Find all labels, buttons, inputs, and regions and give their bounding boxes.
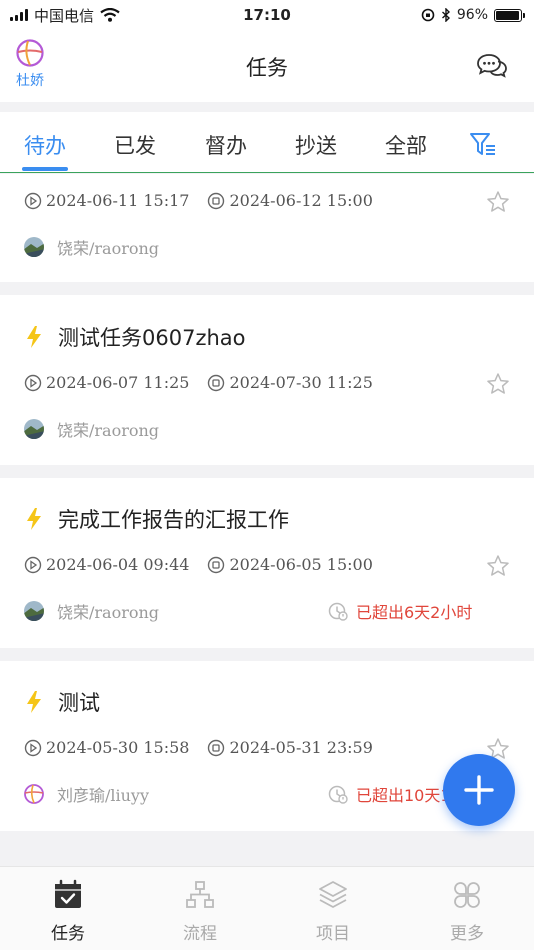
plus-icon [464, 775, 494, 805]
end-time: 2024-07-30 11:25 [229, 373, 373, 392]
overdue-badge: 已超出10天1 [328, 782, 451, 806]
end-time-icon [208, 556, 225, 573]
tab-cc[interactable]: 抄送 [295, 130, 337, 160]
start-time-icon [24, 192, 42, 209]
assignee-name: 刘彦瑜/liuyy [57, 786, 150, 805]
task-dates: 2024-06-04 09:44 2024-06-05 15:00 [24, 555, 373, 574]
task-tabs: 待办 已发 督办 抄送 全部 [0, 112, 534, 173]
end-time-icon [208, 374, 225, 391]
task-dates: 2024-06-11 15:17 2024-06-12 15:00 [24, 191, 373, 210]
end-time: 2024-05-31 23:59 [229, 738, 373, 757]
wifi-icon [100, 8, 120, 22]
task-title: 测试任务0607zhao [58, 326, 246, 350]
task-dates: 2024-06-07 11:25 2024-07-30 11:25 [24, 373, 373, 392]
assignee: 饶荣/raorong [23, 235, 159, 259]
orientation-lock-icon [421, 8, 435, 22]
bluetooth-icon [441, 8, 450, 22]
assignee-name: 饶荣/raorong [57, 603, 160, 622]
end-time: 2024-06-05 15:00 [229, 555, 373, 574]
overdue-text: 已超出10天1 [356, 786, 451, 805]
start-time-icon [24, 556, 42, 573]
task-card[interactable]: 测试任务0607zhao 2024-06-07 11:25 2024-07-30… [0, 295, 534, 465]
task-dates: 2024-05-30 15:58 2024-05-31 23:59 [24, 738, 373, 757]
start-time: 2024-06-07 11:25 [46, 373, 190, 392]
nav-label: 更多 [450, 924, 484, 944]
lightning-icon [27, 691, 41, 713]
clock: 17:10 [243, 6, 291, 24]
avatar-icon [24, 237, 44, 257]
overdue-clock-icon [328, 602, 348, 621]
task-title: 测试 [58, 691, 100, 715]
carrier-label: 中国电信 [34, 6, 95, 25]
end-time-icon [208, 739, 225, 756]
assignee: 饶荣/raorong [23, 417, 159, 441]
task-title: 完成工作报告的汇报工作 [58, 508, 289, 532]
tab-todo[interactable]: 待办 [24, 130, 66, 160]
add-task-button[interactable] [443, 754, 515, 826]
overdue-text: 已超出6天2小时 [356, 603, 473, 622]
nav-label: 项目 [316, 924, 350, 944]
signal-icon [10, 9, 28, 21]
filter-icon[interactable] [469, 132, 497, 158]
start-time-icon [24, 739, 42, 756]
page-title: 任务 [246, 56, 288, 80]
nav-more[interactable]: 更多 [427, 879, 507, 944]
layers-icon [319, 881, 347, 908]
assignee: 刘彦瑜/liuyy [23, 782, 149, 806]
star-icon[interactable] [486, 554, 510, 578]
battery-percent: 96% [456, 7, 488, 23]
overdue-badge: 已超出6天2小时 [328, 599, 472, 623]
lightning-icon [27, 326, 41, 348]
avatar-icon [24, 601, 44, 621]
tab-all[interactable]: 全部 [385, 130, 427, 160]
app-header: 杜娇 任务 [0, 30, 534, 102]
tab-supervise[interactable]: 督办 [205, 130, 247, 160]
assignee-name: 饶荣/raorong [57, 239, 160, 258]
star-icon[interactable] [486, 372, 510, 396]
avatar-icon [24, 784, 44, 804]
calendar-check-icon [55, 879, 81, 908]
overdue-clock-icon [328, 785, 348, 804]
task-card[interactable]: 完成工作报告的汇报工作 2024-06-04 09:44 2024-06-05 … [0, 478, 534, 648]
battery-icon [494, 8, 525, 22]
bottom-nav: 任务 流程 项目 更多 [0, 866, 534, 950]
lightning-icon [27, 508, 41, 530]
chat-icon[interactable] [476, 52, 508, 80]
nav-workflow[interactable]: 流程 [160, 879, 240, 944]
star-icon[interactable] [486, 190, 510, 214]
nav-label: 任务 [51, 924, 85, 944]
flow-chart-icon [186, 881, 214, 908]
nav-tasks[interactable]: 任务 [28, 879, 108, 944]
task-card[interactable]: 2024-06-11 15:17 2024-06-12 15:00 饶荣/rao… [0, 174, 534, 282]
start-time-icon [24, 374, 42, 391]
nav-projects[interactable]: 项目 [293, 879, 373, 944]
end-time: 2024-06-12 15:00 [229, 191, 373, 210]
tab-sent[interactable]: 已发 [114, 130, 156, 160]
start-time: 2024-06-11 15:17 [46, 191, 190, 210]
active-tab-indicator [22, 167, 68, 171]
avatar-icon [24, 419, 44, 439]
end-time-icon [208, 192, 225, 209]
status-bar: 中国电信 17:10 96% [0, 0, 534, 30]
nav-label: 流程 [183, 924, 217, 944]
assignee-name: 饶荣/raorong [57, 421, 160, 440]
start-time: 2024-05-30 15:58 [46, 738, 190, 757]
assignee: 饶荣/raorong [23, 599, 159, 623]
start-time: 2024-06-04 09:44 [46, 555, 190, 574]
clover-icon [454, 882, 480, 908]
